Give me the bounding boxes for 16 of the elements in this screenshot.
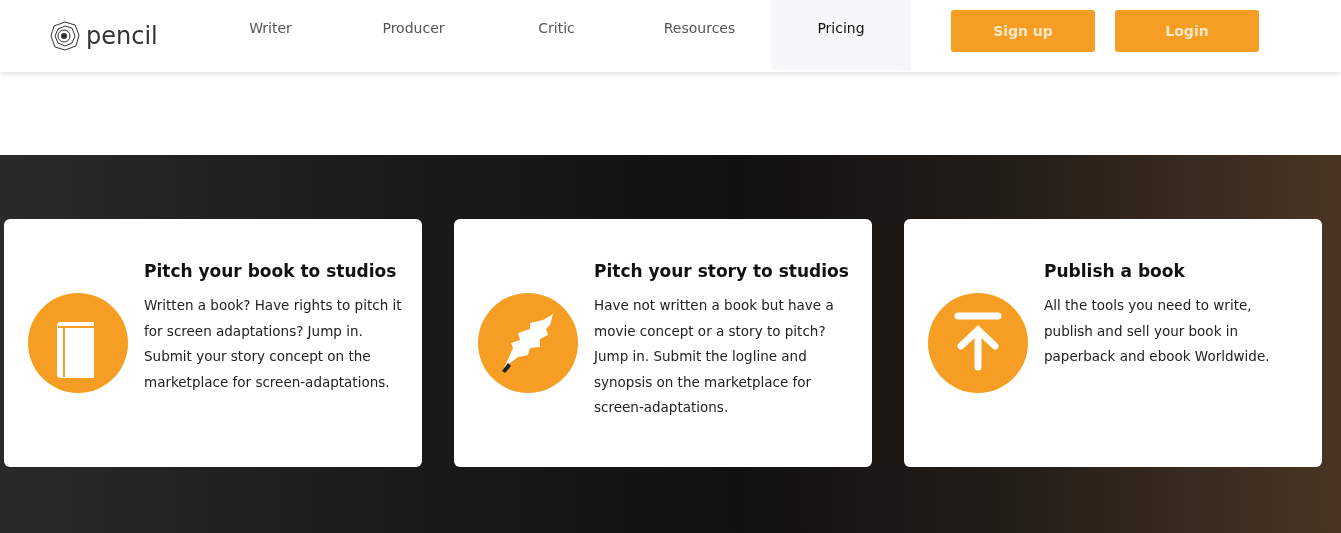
book-icon (28, 293, 128, 393)
card-description: Written a book? Have rights to pitch it for screen adaptations? Jump in. Submit your story concept on the marketplace for screen-adaptations. (144, 296, 403, 392)
nav-link[interactable]: Pricing (771, 0, 911, 70)
nav-link[interactable]: Producer (342, 0, 485, 70)
card-title: Pitch your book to studios (144, 261, 398, 281)
upload-icon (928, 293, 1028, 393)
logo-icon (50, 21, 80, 51)
feather-icon (478, 293, 578, 393)
card-title: Publish a book (1044, 261, 1186, 281)
nav-link[interactable]: Critic (485, 0, 628, 70)
card-description: All the tools you need to write, publish and sell your book in paperback and ebook Worldwide. (1044, 296, 1271, 366)
logo-text: pencil (86, 22, 158, 50)
card-description: Have not written a book but have a movie concept or a story to pitch? Jump in. Submit the logline and synopsis on the marketplace for screen-adaptations. (594, 296, 835, 417)
card-title: Pitch your story to studios (594, 261, 850, 281)
nav-link[interactable]: Writer (199, 0, 342, 70)
nav-link[interactable]: Resources (628, 0, 771, 70)
